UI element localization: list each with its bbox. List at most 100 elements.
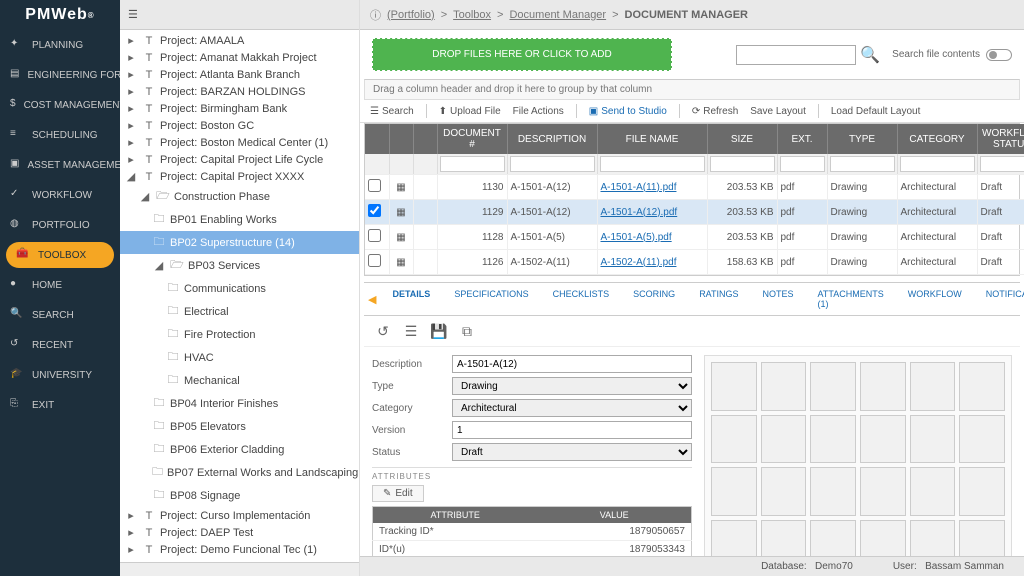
table-row[interactable]: ▦ 1130 A-1501-A(12) A-1501-A(11).pdf 203… — [365, 175, 1024, 200]
col-filter[interactable] — [900, 156, 975, 172]
tree-item[interactable]: 🗀BP04 Interior Finishes — [120, 392, 359, 415]
expand-icon[interactable]: ▸ — [124, 526, 138, 539]
nav-toolbox[interactable]: 🧰TOOLBOX — [6, 242, 114, 268]
expand-icon[interactable]: ▸ — [124, 509, 138, 522]
tree-item[interactable]: ▸TProject: Curso Implementación — [120, 507, 359, 524]
tab-notifications[interactable]: NOTIFICATIONS — [974, 283, 1024, 315]
tb-search[interactable]: ☰ Search — [370, 106, 414, 117]
tree-item[interactable]: ▸TProject: AMAALA — [120, 32, 359, 49]
chevron-left-icon[interactable]: ◀ — [364, 293, 380, 306]
tb-refresh[interactable]: ⟳ Refresh — [692, 106, 738, 117]
expand-icon[interactable]: ▸ — [124, 102, 138, 115]
undo-icon[interactable]: ↺ — [374, 322, 392, 340]
col-header[interactable]: EXT. — [777, 124, 827, 154]
tree-item[interactable]: 🗀BP08 Signage — [120, 484, 359, 507]
tree-item[interactable]: 🗀BP02 Superstructure (14) — [120, 231, 359, 254]
expand-icon[interactable]: ▸ — [124, 543, 138, 556]
breadcrumb-toolbox[interactable]: Toolbox — [453, 9, 491, 21]
type-select[interactable]: Drawing — [452, 377, 692, 395]
nav-asset-manageme-[interactable]: ▣ASSET MANAGEME... — [0, 150, 120, 180]
expand-icon[interactable]: ▸ — [124, 85, 138, 98]
tb-upload[interactable]: ⬆ Upload File — [439, 106, 501, 117]
breadcrumb-docmgr[interactable]: Document Manager — [509, 9, 606, 21]
tab-attachments-[interactable]: ATTACHMENTS (1) — [806, 283, 896, 315]
attr-row[interactable]: Tracking ID*1879050657 — [373, 523, 692, 541]
table-row[interactable]: ▦ 1128 A-1501-A(5) A-1501-A(5).pdf 203.5… — [365, 225, 1024, 250]
menu-icon[interactable]: ▦ — [396, 207, 405, 218]
menu-icon[interactable]: ▦ — [396, 232, 405, 243]
col-filter[interactable] — [780, 156, 825, 172]
tree-item[interactable]: 🗀HVAC — [120, 346, 359, 369]
col-filter[interactable] — [440, 156, 505, 172]
attr-row[interactable]: ID*(u)1879053343 — [373, 541, 692, 557]
tree-item[interactable]: 🗀BP06 Exterior Cladding — [120, 438, 359, 461]
file-link[interactable]: A-1502-A(11).pdf — [601, 257, 677, 268]
col-header[interactable] — [413, 124, 437, 154]
nav-planning[interactable]: ✦PLANNING — [0, 30, 120, 60]
tree-item[interactable]: ◢🗁Construction Phase — [120, 185, 359, 208]
tree-item[interactable]: 🗀Fire Protection — [120, 323, 359, 346]
group-by-hint[interactable]: Drag a column header and drop it here to… — [364, 79, 1020, 100]
tree-item[interactable]: 🗀BP01 Enabling Works — [120, 208, 359, 231]
row-checkbox[interactable] — [368, 254, 381, 267]
tree-item[interactable]: 🗀Electrical — [120, 300, 359, 323]
row-checkbox[interactable] — [368, 229, 381, 242]
tree-settings-icon[interactable]: ☰ — [128, 8, 138, 21]
table-row[interactable]: ▦ 1129 A-1501-A(12) A-1501-A(12).pdf 203… — [365, 200, 1024, 225]
tree-item[interactable]: ▸TProject: Birmingham Bank — [120, 100, 359, 117]
file-link[interactable]: A-1501-A(12).pdf — [601, 207, 678, 218]
tab-ratings[interactable]: RATINGS — [687, 283, 750, 315]
tab-checklists[interactable]: CHECKLISTS — [541, 283, 622, 315]
tree-item[interactable]: ▸TProject: Boston Medical Center (1) — [120, 134, 359, 151]
expand-icon[interactable]: ▸ — [124, 136, 138, 149]
tb-load-layout[interactable]: Load Default Layout — [831, 106, 921, 117]
tab-workflow[interactable]: WORKFLOW — [896, 283, 974, 315]
row-checkbox[interactable] — [368, 179, 381, 192]
nav-engineering-for-[interactable]: ▤ENGINEERING FOR... — [0, 60, 120, 90]
nav-university[interactable]: 🎓UNIVERSITY — [0, 360, 120, 390]
expand-icon[interactable]: ▸ — [124, 34, 138, 47]
col-header[interactable] — [389, 124, 413, 154]
category-select[interactable]: Architectural — [452, 399, 692, 417]
table-row[interactable]: ▦ 1126 A-1502-A(11) A-1502-A(11).pdf 158… — [365, 250, 1024, 275]
dropzone[interactable]: DROP FILES HERE OR CLICK TO ADD — [372, 38, 672, 71]
nav-portfolio[interactable]: ◍PORTFOLIO — [0, 210, 120, 240]
col-header[interactable] — [365, 124, 389, 154]
expand-icon[interactable]: ▸ — [124, 68, 138, 81]
list-icon[interactable]: ☰ — [402, 322, 420, 340]
expand-icon[interactable]: ◢ — [124, 170, 138, 183]
tb-actions[interactable]: File Actions — [513, 106, 564, 117]
tree-item[interactable]: ◢TProject: Capital Project XXXX — [120, 168, 359, 185]
edit-button[interactable]: ✎ Edit — [372, 485, 424, 502]
info-icon[interactable]: ⓘ — [370, 7, 381, 23]
col-filter[interactable] — [710, 156, 775, 172]
document-preview[interactable] — [704, 355, 1012, 556]
col-header[interactable]: DOCUMENT # — [437, 124, 507, 154]
tree-item[interactable]: 🗀Communications — [120, 277, 359, 300]
tab-specifications[interactable]: SPECIFICATIONS — [442, 283, 540, 315]
tree-item[interactable]: ▸TProject: Atlanta Bank Branch — [120, 66, 359, 83]
col-header[interactable]: SIZE — [707, 124, 777, 154]
expand-icon[interactable]: ◢ — [138, 190, 152, 203]
file-link[interactable]: A-1501-A(11).pdf — [601, 182, 677, 193]
tree-item[interactable]: ▸TProject: Demo Funcional Tec (1) — [120, 541, 359, 558]
col-filter[interactable] — [600, 156, 705, 172]
version-input[interactable] — [452, 421, 692, 439]
tree-item[interactable]: 🗀Mechanical — [120, 369, 359, 392]
tb-save-layout[interactable]: Save Layout — [750, 106, 806, 117]
nav-exit[interactable]: ⎘EXIT — [0, 390, 120, 420]
tree-item[interactable]: 🗀BP05 Elevators — [120, 415, 359, 438]
tb-send[interactable]: ▣ Send to Studio — [589, 106, 667, 117]
tree-scrollbar[interactable] — [120, 562, 359, 576]
tree-item[interactable]: ▸TProject: Amanat Makkah Project — [120, 49, 359, 66]
col-header[interactable]: TYPE — [827, 124, 897, 154]
nav-cost-management[interactable]: $COST MANAGEMENT — [0, 90, 120, 120]
status-select[interactable]: Draft — [452, 443, 692, 461]
breadcrumb-portfolio[interactable]: (Portfolio) — [387, 9, 435, 21]
col-filter[interactable] — [510, 156, 595, 172]
tab-scoring[interactable]: SCORING — [621, 283, 687, 315]
menu-icon[interactable]: ▦ — [396, 257, 405, 268]
nav-scheduling[interactable]: ≡SCHEDULING — [0, 120, 120, 150]
save-icon[interactable]: 💾 — [430, 322, 448, 340]
tree-item[interactable]: ▸TProject: Boston GC — [120, 117, 359, 134]
